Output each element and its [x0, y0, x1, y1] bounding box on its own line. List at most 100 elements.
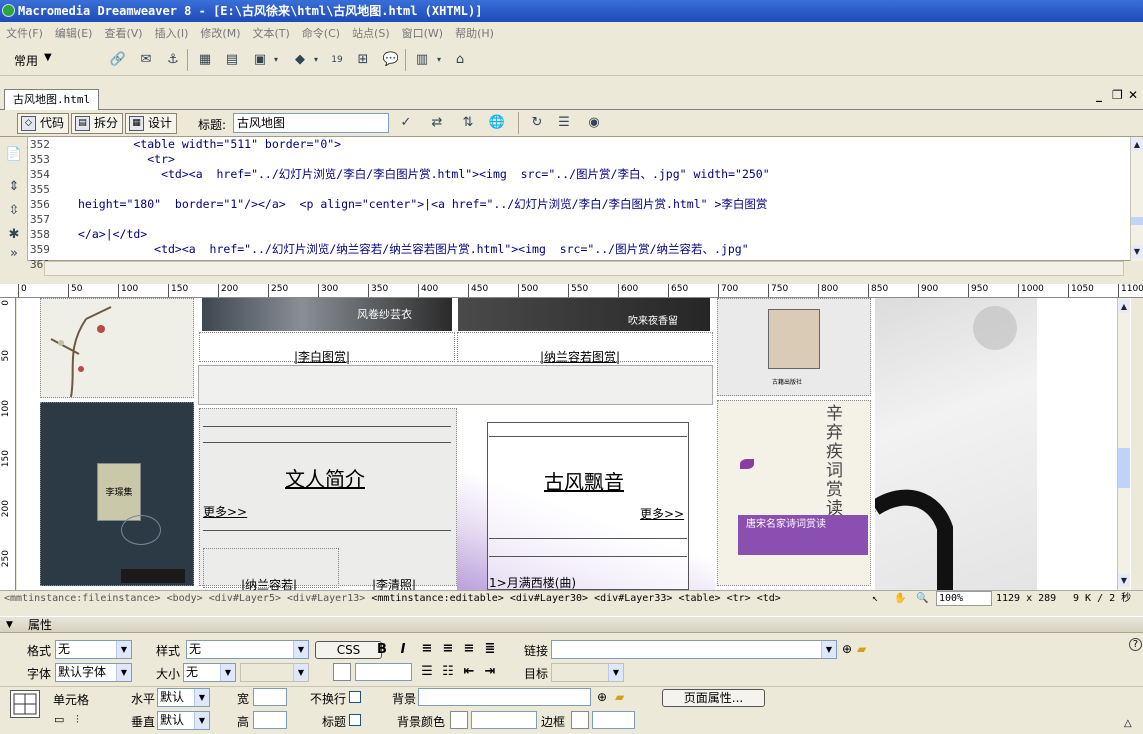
link-input[interactable]: ▼ — [551, 640, 837, 659]
page-title-input[interactable]: 古风地图 — [233, 113, 389, 133]
file-management-icon[interactable]: ⇄ — [427, 113, 447, 133]
border-color-swatch[interactable] — [571, 711, 589, 729]
format-select[interactable]: 无 ▼ — [55, 640, 132, 659]
code-line[interactable] — [78, 182, 1128, 197]
media-dropdown-icon[interactable]: ▾ — [306, 50, 326, 70]
document-tab[interactable]: 古风地图.html — [4, 89, 100, 110]
menu-help[interactable]: 帮助(H) — [449, 25, 500, 41]
close-document-button[interactable]: ✕ — [1128, 88, 1138, 102]
code-view[interactable]: 📄 ⇕ ⇳ ✱ » 352 353 354 355 356 357 358 35… — [0, 137, 1143, 271]
code-line[interactable] — [78, 212, 1128, 227]
point-to-file-icon[interactable]: ⊕ — [597, 690, 607, 704]
scroll-up-icon[interactable]: ▲ — [1131, 138, 1143, 151]
comment-icon[interactable]: 💬 — [381, 50, 401, 70]
table-icon[interactable]: ▦ — [195, 50, 215, 70]
scroll-thumb[interactable] — [1131, 217, 1143, 225]
scroll-thumb[interactable] — [1118, 448, 1130, 488]
outdent-icon[interactable]: ⇤ — [461, 664, 477, 679]
named-anchor-icon[interactable]: ⚓ — [163, 50, 183, 70]
split-cell-icon[interactable]: ⫶ — [76, 713, 79, 727]
font-select[interactable]: 默认字体 ▼ — [55, 663, 132, 682]
menu-window[interactable]: 窗口(W) — [396, 25, 449, 41]
more-tools-icon[interactable]: » — [4, 247, 24, 261]
code-text[interactable]: <table width="511" border="0"> <tr> <td>… — [78, 137, 1128, 261]
tag-item[interactable]: <body> — [167, 593, 203, 604]
date-icon[interactable]: 19 — [327, 50, 347, 70]
nalan-name-link[interactable]: |纳兰容若| — [241, 576, 297, 590]
validate-icon[interactable]: ✓ — [396, 113, 416, 133]
tag-item[interactable]: <div#Layer5> — [209, 593, 281, 604]
page-properties-button[interactable]: 页面属性... — [662, 689, 765, 707]
tag-item[interactable]: <table> — [678, 593, 720, 604]
menu-edit[interactable]: 编辑(E) — [49, 25, 99, 41]
wenren-more-link[interactable]: 更多>> — [203, 503, 247, 520]
code-line[interactable]: <table width="511" border="0"> — [78, 137, 1128, 152]
restore-button[interactable]: ❐ — [1112, 88, 1123, 102]
bg-image-input[interactable] — [418, 688, 591, 706]
minimize-button[interactable]: _ — [1096, 88, 1102, 102]
text-color-swatch[interactable] — [333, 663, 351, 681]
expand-all-icon[interactable]: ✱ — [4, 225, 24, 245]
preview-browser-icon[interactable]: 🌐 — [487, 113, 507, 133]
window-size[interactable]: 1129 x 289 — [996, 591, 1056, 607]
help-icon[interactable]: ? — [1129, 638, 1142, 651]
tag-item[interactable]: <mmtinstance:fileinstance> — [4, 593, 161, 604]
menu-commands[interactable]: 命令(C) — [296, 25, 346, 41]
insert-category-label[interactable]: 常用 — [14, 52, 38, 69]
width-input[interactable] — [253, 688, 287, 706]
menu-site[interactable]: 站点(S) — [346, 25, 396, 41]
book-cover-image-3[interactable]: 辛弃疾词赏读 唐宋名家诗词赏读 — [717, 400, 871, 586]
head-dropdown-icon[interactable]: ▾ — [429, 50, 449, 70]
plum-blossom-image[interactable] — [40, 298, 194, 398]
book-cover-image-1[interactable]: 李璟集 — [40, 402, 194, 586]
header-checkbox[interactable] — [349, 714, 361, 726]
border-color-input[interactable] — [592, 711, 635, 729]
target-select[interactable]: ▼ — [551, 663, 624, 682]
tag-item[interactable]: <div#Layer13> — [287, 593, 365, 604]
horz-select[interactable]: 默认 ▼ — [157, 688, 210, 707]
scroll-down-icon[interactable]: ▼ — [1131, 245, 1143, 258]
design-view-button[interactable]: ▦ 设计 — [125, 113, 178, 134]
refresh-icon[interactable]: ↻ — [527, 113, 547, 133]
menu-view[interactable]: 查看(V) — [98, 25, 148, 41]
vert-select[interactable]: 默认 ▼ — [157, 711, 210, 730]
view-options-icon[interactable]: ☰ — [554, 113, 574, 133]
category-dropdown-icon[interactable]: ▼ — [44, 52, 52, 63]
tag-item[interactable]: <td> — [757, 593, 781, 604]
code-line[interactable]: <tr> — [78, 152, 1128, 167]
tag-item[interactable]: <div#Layer30> — [510, 593, 588, 604]
zoom-select[interactable]: 100% — [936, 591, 992, 606]
merge-cells-icon[interactable]: ▭ — [54, 713, 64, 726]
code-vertical-scrollbar[interactable]: ▲ ▼ — [1130, 137, 1143, 261]
align-center-icon[interactable]: ≡ — [440, 641, 456, 656]
bgcolor-input[interactable] — [471, 711, 537, 729]
email-link-icon[interactable]: ✉ — [136, 50, 156, 70]
align-left-icon[interactable]: ≡ — [419, 641, 435, 656]
menu-modify[interactable]: 修改(M) — [194, 25, 246, 41]
design-vertical-scrollbar[interactable]: ▲ ▼ — [1117, 298, 1130, 590]
hand-tool-icon[interactable]: ✋ — [894, 591, 906, 607]
justify-icon[interactable]: ≣ — [482, 641, 498, 656]
tag-item[interactable]: <div#Layer33> — [594, 593, 672, 604]
open-documents-icon[interactable]: 📄 — [4, 145, 24, 165]
ordered-list-icon[interactable]: ☷ — [440, 664, 456, 679]
song-list-item[interactable]: 1>月满西楼(曲) — [489, 574, 576, 590]
pointer-tool-icon[interactable]: ↖ — [872, 591, 878, 607]
scroll-up-icon[interactable]: ▲ — [1118, 300, 1130, 313]
size-unit-select[interactable]: ▼ — [240, 663, 309, 682]
css-button[interactable]: CSS — [315, 641, 382, 659]
italic-button[interactable]: I — [395, 642, 411, 657]
layer-icon[interactable]: ▤ — [222, 50, 242, 70]
code-line[interactable]: height="180" border="1"/></a> <p align="… — [78, 197, 1128, 212]
properties-panel-header[interactable]: ▼ 属性 — [0, 616, 1143, 633]
portrait-image[interactable] — [768, 309, 820, 369]
code-view-button[interactable]: ◇ 代码 — [17, 113, 70, 134]
code-horizontal-scrollbar[interactable] — [44, 261, 1124, 276]
browser-check-icon[interactable]: ⇅ — [458, 113, 478, 133]
bgcolor-swatch[interactable] — [450, 711, 468, 729]
height-input[interactable] — [253, 711, 287, 729]
nalan-gallery-link[interactable]: |纳兰容若图赏| — [540, 348, 620, 365]
tag-item[interactable]: <mmtinstance:editable> — [371, 593, 503, 604]
libai-gallery-link[interactable]: |李白图赏| — [294, 348, 350, 365]
unordered-list-icon[interactable]: ☰ — [419, 664, 435, 679]
